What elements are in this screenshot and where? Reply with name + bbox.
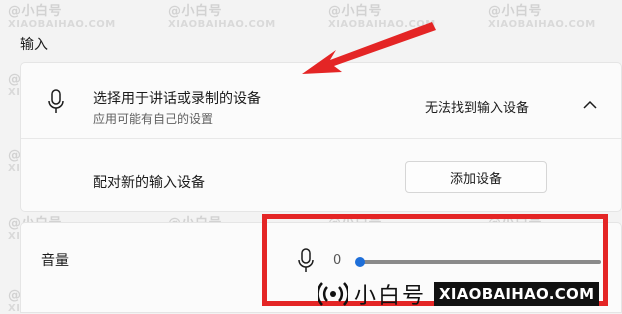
watermark-text: @小白号XIAOBAIHAO.COM — [168, 4, 276, 30]
brand-url: XIAOBAIHAO.COM — [434, 282, 600, 306]
watermark-text: @小白号XIAOBAIHAO.COM — [488, 4, 596, 30]
device-select-subtitle: 应用可能有自己的设置 — [93, 112, 214, 126]
device-select-row[interactable]: 选择用于讲话或录制的设备 应用可能有自己的设置 无法找到输入设备 — [21, 63, 621, 138]
brand-watermark: 小白号 XIAOBAIHAO.COM — [318, 275, 622, 313]
watermark-text: @小白号XIAOBAIHAO.COM — [8, 4, 116, 30]
chevron-up-icon[interactable] — [583, 100, 597, 110]
signal-icon — [318, 282, 348, 306]
volume-label: 音量 — [41, 253, 69, 269]
section-title-input: 输入 — [20, 37, 48, 53]
microphone-icon — [48, 89, 64, 113]
brand-name: 小白号 — [354, 284, 427, 309]
device-status-text: 无法找到输入设备 — [425, 101, 530, 116]
pair-device-label: 配对新的输入设备 — [93, 175, 205, 191]
watermark-text: @小白号XIAOBAIHAO.COM — [328, 4, 436, 30]
input-device-card: 选择用于讲话或录制的设备 应用可能有自己的设置 无法找到输入设备 配对新的输入设… — [20, 62, 622, 212]
add-device-button[interactable]: 添加设备 — [405, 161, 547, 193]
device-select-title: 选择用于讲话或录制的设备 — [93, 91, 261, 107]
card-divider — [21, 138, 621, 139]
